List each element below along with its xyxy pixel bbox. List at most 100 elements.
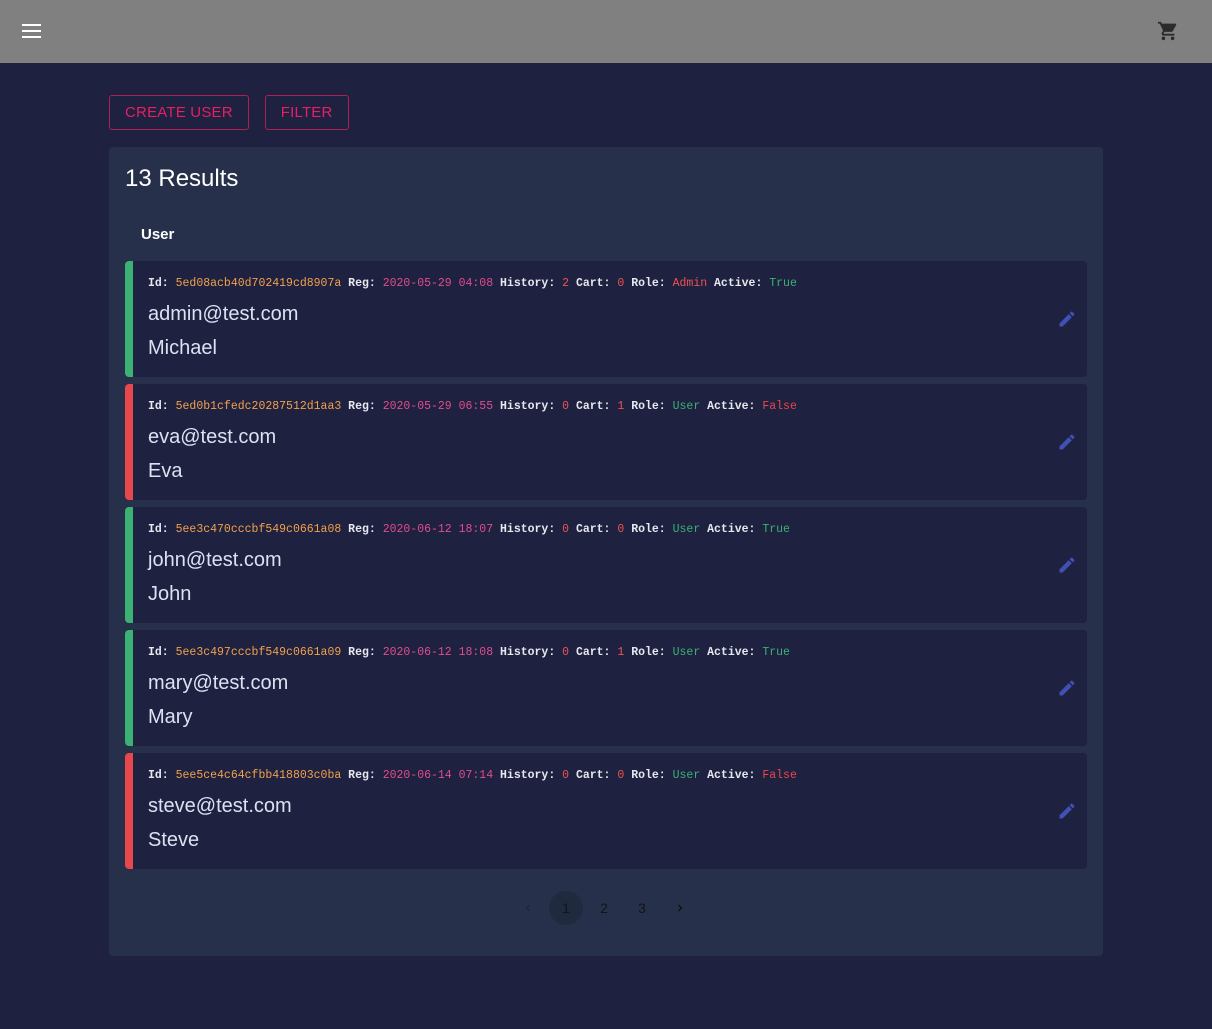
user-name: Steve: [148, 829, 200, 851]
cart-value: 0: [617, 769, 625, 782]
reg-label: Reg:: [348, 400, 376, 413]
role-value: User: [672, 400, 701, 413]
role-value: User: [672, 769, 701, 782]
chevron-left-icon: [526, 905, 530, 911]
active-value: True: [762, 523, 790, 536]
history-label: History:: [500, 523, 556, 536]
create-user-button[interactable]: CREATE USER: [109, 95, 249, 130]
pencil-icon: [1059, 311, 1075, 327]
active-status-indicator: [125, 261, 133, 377]
filter-button[interactable]: FILTER: [264, 95, 349, 130]
page-button-2[interactable]: 2: [587, 891, 621, 925]
user-row[interactable]: Id: 5ed0b1cfedc20287512d1aa3 Reg: 2020-0…: [125, 384, 1087, 500]
edit-user-button[interactable]: [1053, 674, 1081, 702]
next-page-button[interactable]: [663, 891, 697, 925]
id-label: Id:: [148, 523, 169, 536]
role-value: Admin: [672, 277, 708, 290]
id-label: Id:: [148, 769, 169, 782]
user-email: eva@test.com: [148, 426, 277, 448]
history-label: History:: [500, 646, 556, 659]
active-label: Active:: [707, 769, 756, 782]
role-value: User: [672, 523, 701, 536]
cart-label: Cart:: [575, 769, 611, 782]
reg-label: Reg:: [348, 277, 376, 290]
reg-value: 2020-06-12 18:07: [382, 523, 494, 536]
active-status-indicator: [125, 630, 133, 746]
user-email: mary@test.com: [148, 672, 289, 694]
active-status-indicator: [125, 507, 133, 623]
active-label: Active:: [707, 400, 756, 413]
user-meta: Id: 5ee5ce4c64cfbb418803c0ba Reg: 2020-0…: [148, 769, 797, 782]
user-row[interactable]: Id: 5ee3c497cccbf549c0661a09 Reg: 2020-0…: [125, 630, 1087, 746]
results-panel: 13 Results User Id: 5ed08acb40d702419cd8…: [109, 147, 1103, 956]
user-meta: Id: 5ee3c470cccbf549c0661a08 Reg: 2020-0…: [148, 523, 790, 536]
id-value: 5ed0b1cfedc20287512d1aa3: [175, 400, 342, 413]
role-label: Role:: [631, 646, 666, 659]
reg-value: 2020-06-14 07:14: [382, 769, 494, 782]
active-value: True: [762, 646, 790, 659]
active-status-indicator: [125, 384, 133, 500]
history-value: 0: [562, 523, 570, 536]
cart-button[interactable]: [1150, 13, 1186, 49]
user-meta: Id: 5ed08acb40d702419cd8907a Reg: 2020-0…: [148, 277, 797, 290]
cart-value: 1: [617, 646, 625, 659]
active-value: False: [762, 769, 797, 782]
active-value: True: [769, 277, 797, 290]
menu-icon: [22, 24, 41, 38]
reg-label: Reg:: [348, 646, 376, 659]
user-row[interactable]: Id: 5ed08acb40d702419cd8907a Reg: 2020-0…: [125, 261, 1087, 377]
column-header-user: User: [141, 226, 175, 243]
cart-label: Cart:: [575, 646, 611, 659]
role-label: Role:: [631, 277, 666, 290]
app-bar: [0, 0, 1212, 63]
history-value: 2: [562, 277, 570, 290]
active-label: Active:: [707, 523, 756, 536]
page-button-1[interactable]: 1: [549, 891, 583, 925]
cart-label: Cart:: [575, 400, 611, 413]
edit-user-button[interactable]: [1053, 305, 1081, 333]
user-row[interactable]: Id: 5ee5ce4c64cfbb418803c0ba Reg: 2020-0…: [125, 753, 1087, 869]
pencil-icon: [1059, 803, 1075, 819]
page-button-3[interactable]: 3: [625, 891, 659, 925]
reg-label: Reg:: [348, 769, 376, 782]
edit-user-button[interactable]: [1053, 551, 1081, 579]
user-row[interactable]: Id: 5ee3c470cccbf549c0661a08 Reg: 2020-0…: [125, 507, 1087, 623]
role-value: User: [672, 646, 701, 659]
user-name: Eva: [148, 460, 183, 482]
cart-value: 1: [617, 400, 625, 413]
user-name: Mary: [148, 706, 193, 728]
user-meta: Id: 5ee3c497cccbf549c0661a09 Reg: 2020-0…: [148, 646, 790, 659]
history-value: 0: [562, 646, 570, 659]
history-value: 0: [562, 769, 570, 782]
user-list: Id: 5ed08acb40d702419cd8907a Reg: 2020-0…: [125, 261, 1087, 876]
cart-label: Cart:: [575, 523, 611, 536]
edit-user-button[interactable]: [1053, 428, 1081, 456]
active-label: Active:: [714, 277, 763, 290]
user-email: admin@test.com: [148, 303, 299, 325]
edit-user-button[interactable]: [1053, 797, 1081, 825]
id-label: Id:: [148, 400, 169, 413]
user-email: steve@test.com: [148, 795, 292, 817]
action-buttons: CREATE USER FILTER: [109, 95, 349, 130]
cart-value: 0: [617, 277, 625, 290]
user-name: John: [148, 583, 192, 605]
id-label: Id:: [148, 646, 169, 659]
active-value: False: [762, 400, 797, 413]
role-label: Role:: [631, 769, 666, 782]
user-name: Michael: [148, 337, 217, 359]
user-meta: Id: 5ed0b1cfedc20287512d1aa3 Reg: 2020-0…: [148, 400, 797, 413]
menu-button[interactable]: [14, 13, 50, 49]
reg-value: 2020-05-29 06:55: [382, 400, 494, 413]
cart-value: 0: [617, 523, 625, 536]
id-value: 5ee3c470cccbf549c0661a08: [175, 523, 342, 536]
history-value: 0: [562, 400, 570, 413]
id-value: 5ed08acb40d702419cd8907a: [175, 277, 342, 290]
id-label: Id:: [148, 277, 169, 290]
previous-page-button[interactable]: [511, 891, 545, 925]
history-label: History:: [500, 400, 556, 413]
reg-label: Reg:: [348, 523, 376, 536]
pencil-icon: [1059, 557, 1075, 573]
role-label: Role:: [631, 400, 666, 413]
reg-value: 2020-06-12 18:08: [382, 646, 494, 659]
id-value: 5ee3c497cccbf549c0661a09: [175, 646, 342, 659]
